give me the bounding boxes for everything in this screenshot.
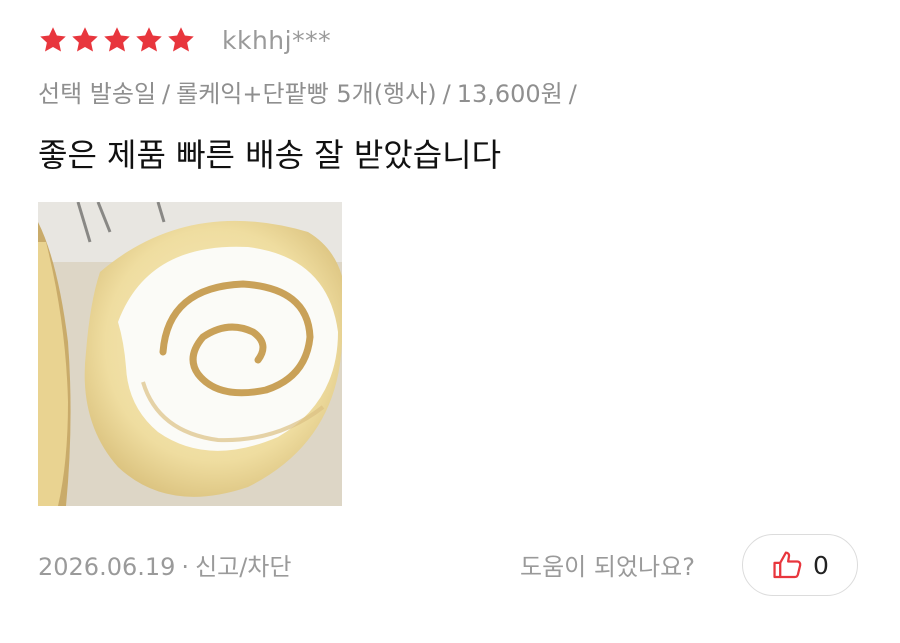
reviewer-username: kkhhj*** — [222, 25, 332, 55]
review-date: 2026.06.19 — [38, 553, 176, 581]
option-price: 13,600원 — [456, 80, 563, 108]
helpful-like-button[interactable]: 0 — [742, 534, 858, 596]
rating-row: kkhhj*** — [38, 22, 331, 58]
thumbs-up-icon — [771, 548, 805, 582]
star-icon — [38, 25, 68, 55]
star-icon — [166, 25, 196, 55]
option-product: 롤케익+단팥빵 5개(행사) — [176, 80, 437, 108]
option-label: 선택 발송일 — [38, 80, 157, 108]
report-block-link[interactable]: 신고/차단 — [195, 553, 291, 581]
star-icon — [70, 25, 100, 55]
review-text: 좋은 제품 빠른 배송 잘 받았습니다 — [38, 136, 502, 174]
meta-dot: · — [181, 553, 190, 581]
review-card: kkhhj*** 선택 발송일 / 롤케익+단팥빵 5개(행사)/13,600원 / … — [0, 0, 900, 643]
review-meta: 2026.06.19 · 신고/차단 — [38, 547, 291, 582]
roll-cake-photo — [38, 202, 342, 506]
star-rating — [38, 25, 198, 55]
star-icon — [134, 25, 164, 55]
review-photo[interactable] — [38, 202, 342, 506]
star-icon — [102, 25, 132, 55]
purchase-options: 선택 발송일 / 롤케익+단팥빵 5개(행사)/13,600원 / — [38, 74, 583, 109]
like-count: 0 — [813, 550, 829, 580]
option-separator: / — [162, 80, 171, 108]
option-separator: / — [442, 80, 451, 108]
helpful-question: 도움이 되었나요? — [520, 553, 695, 581]
option-separator: / — [568, 80, 577, 108]
